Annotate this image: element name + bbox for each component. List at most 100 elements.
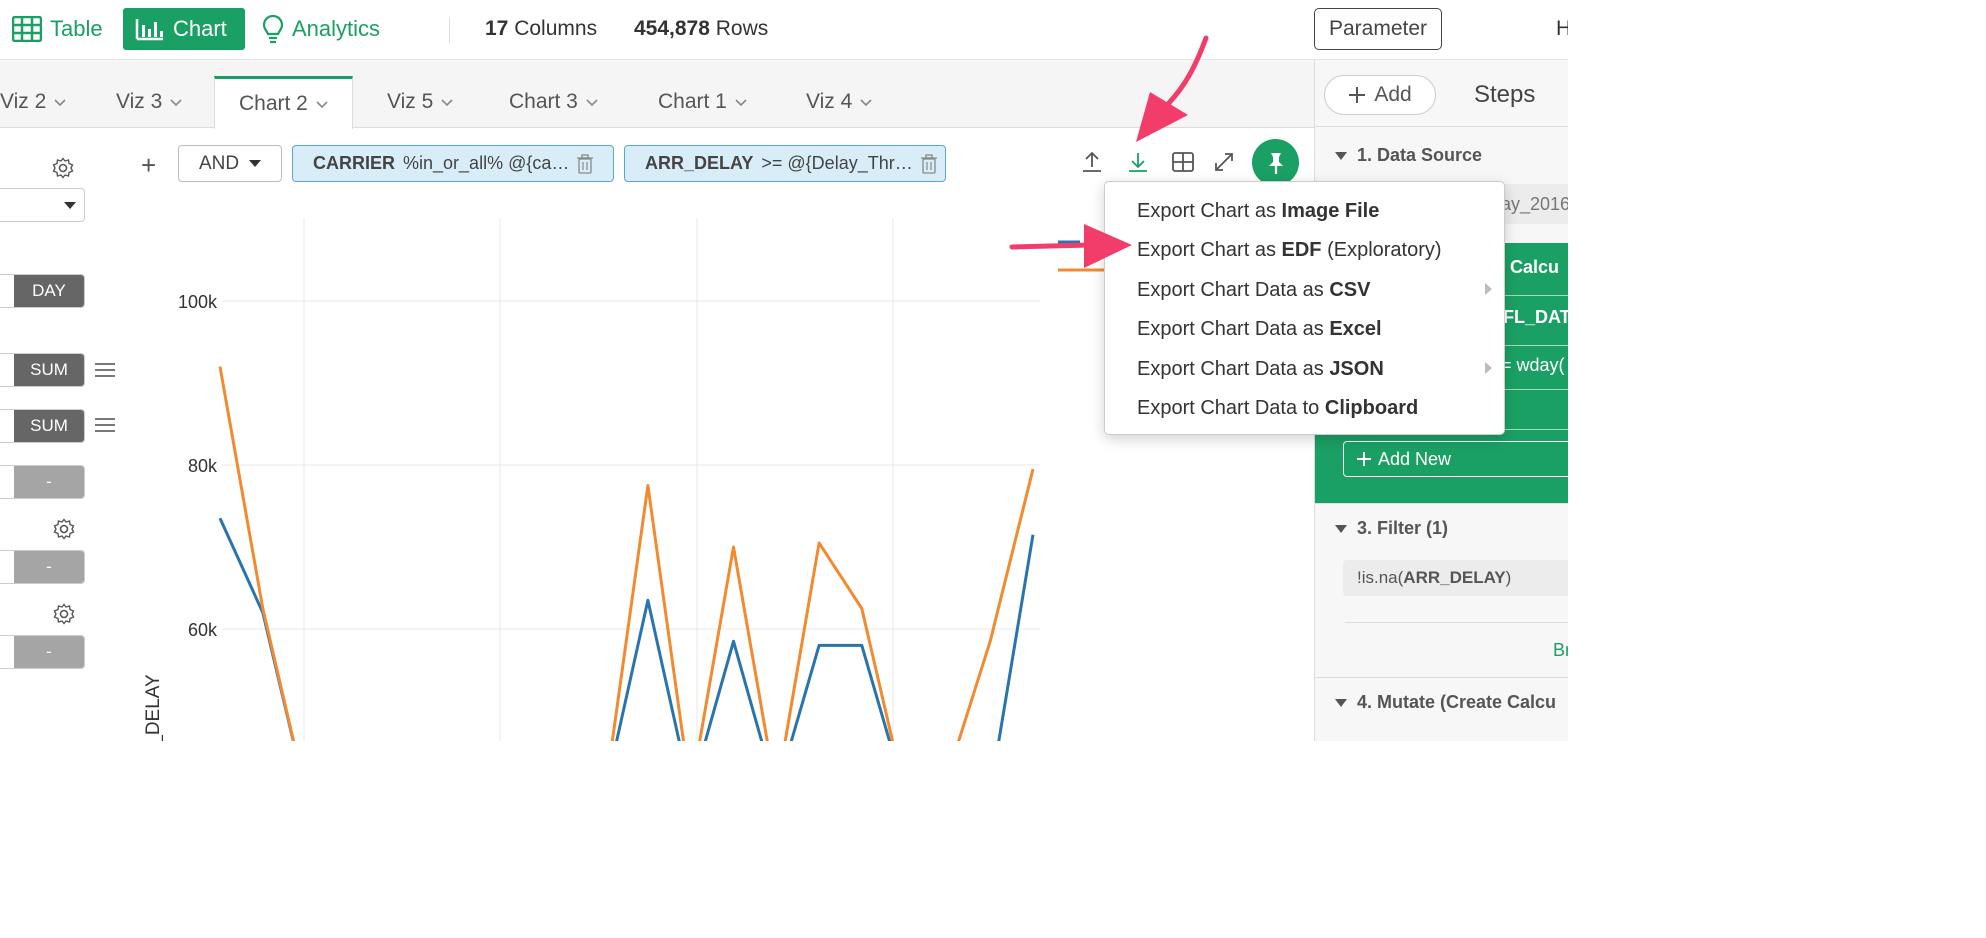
menu-item-copy-clipboard[interactable]: Export Chart Data to Clipboard xyxy=(1137,397,1418,420)
chevron-down-icon xyxy=(170,99,182,107)
menu-item-format: Excel xyxy=(1329,318,1382,340)
y-tick-label: 60k xyxy=(188,620,218,640)
y-axis-ticks: 100k 80k 60k xyxy=(178,292,1040,640)
analytics-mode-button[interactable]: Analytics xyxy=(250,8,392,50)
tab-label: Viz 4 xyxy=(806,90,853,113)
menu-item-export-csv[interactable]: Export Chart Data as CSV xyxy=(1137,279,1370,302)
menu-item-format: JSON xyxy=(1329,358,1384,380)
expand-icon[interactable] xyxy=(1212,150,1236,174)
step-title: 3. Filter (1) xyxy=(1357,518,1449,538)
plus-icon xyxy=(1357,452,1371,466)
vertical-gridlines xyxy=(303,218,894,741)
chevron-down-icon xyxy=(441,99,453,107)
chart-mode-label: Chart xyxy=(173,16,227,41)
filter-close: ) xyxy=(1505,568,1512,587)
columns-count: 17 xyxy=(485,17,509,40)
menu-item-prefix: Export Chart Data as xyxy=(1137,318,1330,340)
menu-item-format: Clipboard xyxy=(1324,397,1419,419)
bar-chart-icon xyxy=(135,19,163,41)
divider xyxy=(1315,503,1568,504)
filter-argument: ARR_DELAY xyxy=(1403,568,1506,587)
triangle-down-icon xyxy=(1335,524,1347,533)
divider xyxy=(1315,126,1568,127)
series-layer xyxy=(218,366,1035,741)
menu-item-format: CSV xyxy=(1329,279,1371,301)
analytics-mode-label: Analytics xyxy=(292,16,381,41)
triangle-down-icon xyxy=(1335,151,1347,160)
submenu-arrow-icon xyxy=(1485,362,1492,374)
tab-chart-3[interactable]: Chart 3 xyxy=(497,76,610,128)
calculation-expression: = wday( xyxy=(1501,355,1565,375)
y-tick-label: 100k xyxy=(178,292,218,312)
tab-viz-3[interactable]: Viz 3 xyxy=(104,76,194,128)
tab-label: Viz 3 xyxy=(116,90,163,113)
divider xyxy=(1345,622,1568,623)
step-title: 1. Data Source xyxy=(1357,145,1483,165)
filter-condition[interactable]: !is.na(ARR_DELAY) xyxy=(1343,560,1568,596)
menu-item-export-excel[interactable]: Export Chart Data as Excel xyxy=(1137,318,1382,341)
tab-label: Viz 5 xyxy=(387,90,434,113)
viz-tab-bar: Viz 2 Viz 3 Chart 2 Viz 5 Chart 3 Chart … xyxy=(0,60,1314,129)
column-name: FL_DAT xyxy=(1503,307,1568,327)
columns-stat: 17 Columns xyxy=(485,17,597,41)
tab-viz-2[interactable]: Viz 2 xyxy=(0,76,78,128)
menu-item-format: EDF xyxy=(1281,239,1322,261)
parameter-button[interactable]: Parameter xyxy=(1314,8,1442,50)
download-icon[interactable] xyxy=(1126,150,1150,174)
table-mode-label: Table xyxy=(50,16,103,41)
add-new-button[interactable]: Add New xyxy=(1343,441,1568,477)
step-title: 4. Mutate (Create Calcu xyxy=(1357,692,1557,712)
submenu-arrow-icon xyxy=(1485,283,1492,295)
tab-label: Chart 1 xyxy=(658,90,727,113)
lightbulb-icon xyxy=(262,14,284,44)
chevron-down-icon xyxy=(54,99,66,107)
chevron-down-icon xyxy=(735,99,747,107)
pin-icon xyxy=(1268,152,1283,174)
chart-mode-button[interactable]: Chart xyxy=(123,8,245,50)
divider xyxy=(1495,295,1568,296)
tab-chart-2[interactable]: Chart 2 xyxy=(214,76,353,129)
rows-stat: 454,878 Rows xyxy=(634,17,768,41)
add-step-button[interactable]: Add xyxy=(1324,75,1436,115)
y-axis-label: _DELAY xyxy=(143,674,164,741)
add-new-label: Add New xyxy=(1378,448,1452,469)
menu-item-prefix: Export Chart as xyxy=(1137,239,1282,261)
step-filter[interactable]: 3. Filter (1) xyxy=(1335,518,1448,539)
menu-item-prefix: Export Chart Data as xyxy=(1137,279,1330,301)
grid-icon[interactable] xyxy=(1171,150,1195,174)
divider xyxy=(1495,429,1568,430)
menu-item-format: Image File xyxy=(1281,200,1380,222)
plus-icon xyxy=(1349,87,1366,103)
filter-function: !is.na( xyxy=(1357,568,1404,587)
tab-chart-1[interactable]: Chart 1 xyxy=(646,76,759,128)
chevron-down-icon xyxy=(586,99,598,107)
tab-viz-5[interactable]: Viz 5 xyxy=(375,76,465,128)
tab-label: Chart 3 xyxy=(509,90,578,113)
triangle-down-icon xyxy=(1335,698,1347,707)
line-chart: 100k 80k 60k _DELAY xyxy=(143,218,1104,741)
tab-label: Chart 2 xyxy=(239,92,308,115)
step-data-source[interactable]: 1. Data Source xyxy=(1335,145,1482,166)
step-mutate[interactable]: 4. Mutate (Create Calcu xyxy=(1335,692,1556,713)
columns-label: Columns xyxy=(514,17,598,40)
pin-button[interactable] xyxy=(1252,139,1299,186)
add-step-label: Add xyxy=(1374,83,1412,106)
table-mode-button[interactable]: Table xyxy=(0,8,115,50)
export-menu: Export Chart as Image File Export Chart … xyxy=(1104,181,1505,435)
truncated-topbar-item[interactable]: H xyxy=(1556,17,1568,41)
menu-item-suffix: (Exploratory) xyxy=(1321,239,1442,261)
truncated-link[interactable]: Br xyxy=(1553,640,1568,661)
tab-viz-4[interactable]: Viz 4 xyxy=(794,76,884,128)
table-icon xyxy=(12,16,42,42)
divider xyxy=(1315,677,1568,678)
menu-item-export-json[interactable]: Export Chart Data as JSON xyxy=(1137,358,1384,381)
menu-item-prefix: Export Chart Data as xyxy=(1137,358,1330,380)
tab-label: Viz 2 xyxy=(0,90,47,113)
chevron-down-icon xyxy=(316,101,328,109)
series-line-2 xyxy=(218,366,1035,741)
y-tick-label: 80k xyxy=(188,456,218,476)
menu-item-export-edf[interactable]: Export Chart as EDF (Exploratory) xyxy=(1137,239,1442,262)
menu-item-export-image[interactable]: Export Chart as Image File xyxy=(1137,200,1379,223)
top-bar: Table Chart Analytics 17 Columns 454,878… xyxy=(0,0,1568,60)
topbar-divider xyxy=(449,18,450,44)
